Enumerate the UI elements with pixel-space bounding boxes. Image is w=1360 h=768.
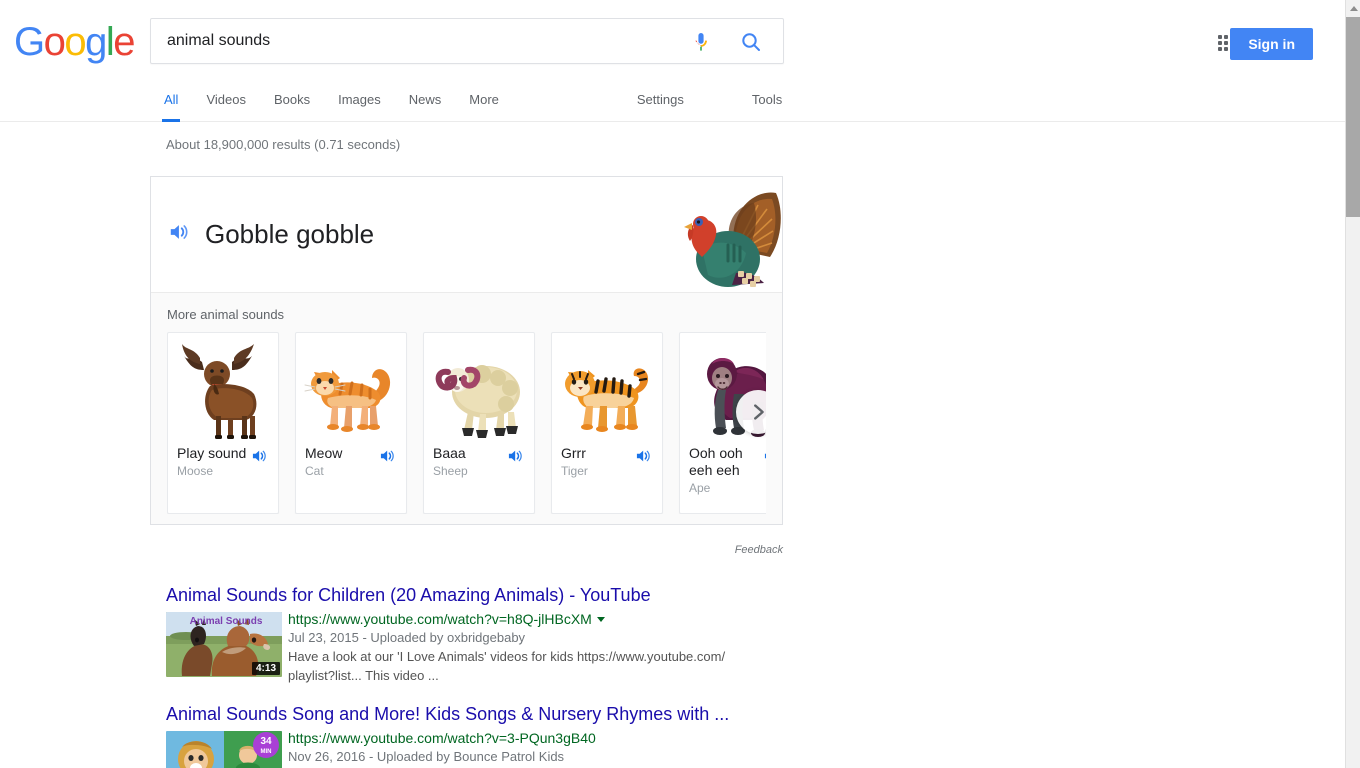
logo-letter-o2: o [64,20,86,64]
speaker-icon[interactable] [506,446,524,464]
sound-label: Gobble gobble [205,219,375,249]
result-meta: Jul 23, 2015 - Uploaded by oxbridgebaby [288,630,526,645]
speaker-icon[interactable] [167,219,193,250]
cat-illustration [296,333,408,443]
animal-card-cat[interactable]: Meow Cat [295,332,407,514]
result-snippet-line1: Have a look at our 'I Love Animals' vide… [288,649,726,664]
search-submit-icon[interactable] [739,30,763,54]
google-search-results-page: Google All Videos Books [0,0,1360,768]
tab-books[interactable]: Books [260,84,324,122]
tab-all[interactable]: All [150,84,192,122]
more-animal-sounds-label: More animal sounds [167,307,285,322]
logo-letter-G: G [14,20,45,64]
logo-letter-e: e [113,20,135,64]
result-body: Animal Sounds 4:13 https://www.youtube.c… [166,610,806,685]
animal-sound-knowledge-panel: Gobble gobble More animal sounds Play so… [150,176,783,525]
card-sound-label-ape: Ooh ooh eeh eeh [689,445,743,478]
svg-text:MIN: MIN [261,749,272,755]
card-animal-name-sheep: Sheep [433,464,468,478]
page-header: Google All Videos Books [0,0,1345,122]
result-title-link[interactable]: Animal Sounds Song and More! Kids Songs … [166,703,806,725]
chevron-down-icon[interactable] [596,616,605,622]
page-scrollbar[interactable] [1345,0,1360,768]
tab-videos[interactable]: Videos [192,84,260,122]
animal-card-sheep[interactable]: Baaa Sheep [423,332,535,514]
play-gobble-sound-button[interactable]: Gobble gobble [167,219,374,250]
result-title-link[interactable]: Animal Sounds for Children (20 Amazing A… [166,584,806,606]
card-body-cat: Meow Cat [305,445,400,478]
tab-news[interactable]: News [395,84,456,122]
tab-more[interactable]: More [455,84,513,122]
result-url: https://www.youtube.com/watch?v=h8Q-jlHB… [288,610,806,628]
google-logo[interactable]: Google [14,20,135,64]
tab-images[interactable]: Images [324,84,395,122]
svg-text:Animal Sounds: Animal Sounds [190,616,263,627]
result-url-text[interactable]: https://www.youtube.com/watch?v=h8Q-jlHB… [288,610,592,628]
scroll-up-arrow-icon[interactable] [1346,0,1360,16]
card-body-moose: Play sound Moose [177,445,272,478]
svg-text:34: 34 [260,736,272,747]
carousel-cards: Play sound Moose Meow Cat Baaa Sheep Grr… [167,332,766,514]
result-snippet-line2: playlist?list... This video ... [288,668,439,683]
video-duration-badge: 4:13 [251,662,280,675]
scrollbar-thumb[interactable] [1346,17,1360,217]
card-animal-name-cat: Cat [305,464,324,478]
search-nav-tabs: All Videos Books Images News More Settin… [150,84,1250,122]
result-url: https://www.youtube.com/watch?v=3-PQun3g… [288,729,806,747]
sheep-illustration [424,333,536,443]
tab-tools[interactable]: Tools [738,84,796,122]
card-animal-name-tiger: Tiger [561,464,588,478]
kids-costume-thumbnail[interactable]: 34 MIN [166,731,282,768]
result-body: 34 MIN https://www.youtube.com/watch?v=3… [166,729,806,768]
search-result-2: Animal Sounds Song and More! Kids Songs … [166,703,806,768]
microphone-icon[interactable] [689,30,713,54]
speaker-icon[interactable] [250,446,268,464]
speaker-icon[interactable] [762,446,766,464]
logo-letter-o1: o [43,20,66,64]
tiger-illustration [552,333,664,443]
feedback-link[interactable]: Feedback [150,544,783,556]
moose-illustration [168,333,280,443]
result-meta: Nov 26, 2016 - Uploaded by Bounce Patrol… [288,749,565,764]
result-url-text[interactable]: https://www.youtube.com/watch?v=3-PQun3g… [288,729,596,747]
more-animal-sounds-section: More animal sounds Play sound Moose Meow… [151,293,782,524]
search-result-1: Animal Sounds for Children (20 Amazing A… [166,584,806,685]
card-animal-name-ape: Ape [689,481,711,495]
result-stats: About 18,900,000 results (0.71 seconds) [166,137,401,152]
card-body-ape: Ooh ooh eeh eeh Ape [689,445,766,495]
card-body-sheep: Baaa Sheep [433,445,528,478]
knowledge-panel-header: Gobble gobble [151,177,782,293]
speaker-icon[interactable] [634,446,652,464]
search-box[interactable] [150,18,784,64]
turkey-illustration [672,187,782,292]
speaker-icon[interactable] [378,446,396,464]
logo-letter-g: g [85,20,107,64]
tab-settings[interactable]: Settings [623,84,698,122]
sign-in-button[interactable]: Sign in [1230,28,1313,60]
animal-card-moose[interactable]: Play sound Moose [167,332,279,514]
animal-sounds-carousel[interactable]: Play sound Moose Meow Cat Baaa Sheep Grr… [167,332,766,514]
search-input[interactable] [165,19,705,63]
animal-card-tiger[interactable]: Grrr Tiger [551,332,663,514]
horses-thumbnail[interactable]: Animal Sounds 4:13 [166,612,282,677]
card-animal-name-moose: Moose [177,464,214,478]
card-body-tiger: Grrr Tiger [561,445,656,478]
